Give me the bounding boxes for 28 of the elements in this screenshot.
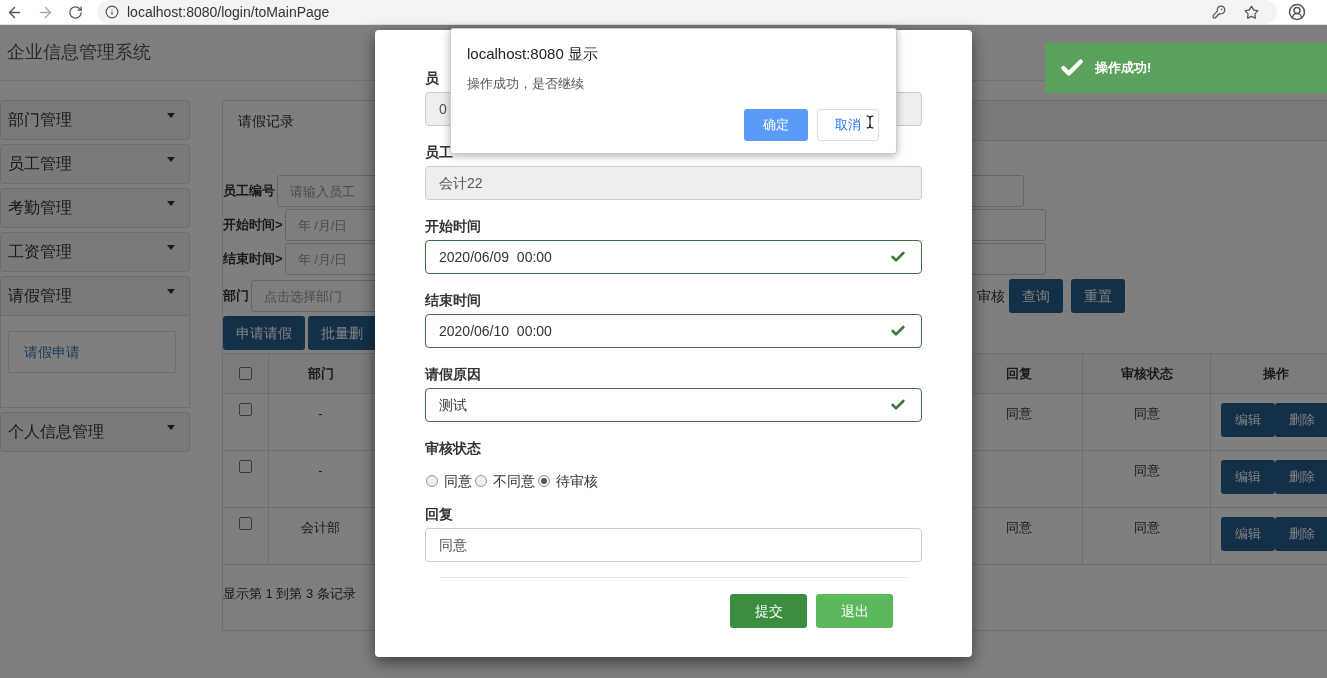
toast-message: 操作成功! <box>1095 59 1152 78</box>
alert-title: localhost:8080 显示 <box>467 44 599 64</box>
filter-label: 部门 <box>223 287 250 306</box>
alert-message: 操作成功，是否继续 <box>467 74 585 93</box>
radio-label: 不同意 <box>493 471 535 491</box>
status-filter-label: 审核 <box>977 286 1005 306</box>
filter-label: 结束时间> <box>223 250 284 269</box>
field-label: 开始时间 <box>425 217 481 236</box>
field-label: 结束时间 <box>425 291 481 310</box>
field-label: 员 <box>425 69 439 88</box>
url-text: localhost:8080/login/toMainPage <box>127 2 330 22</box>
column-header: 审核状态 <box>1083 354 1211 394</box>
radio-label: 同意 <box>444 471 472 491</box>
table-cell: 同意 <box>1083 508 1211 565</box>
table-cell: 会计部 <box>269 508 373 565</box>
app-title: 企业信息管理系统 <box>7 41 151 64</box>
column-header: 部门 <box>269 354 373 394</box>
table-cell: - <box>269 394 373 451</box>
pagination-info: 显示第 1 到第 3 条记录 <box>223 585 357 603</box>
radio-label: 待审核 <box>556 471 598 491</box>
table-cell: 同意 <box>1083 451 1211 508</box>
field-label: 回复 <box>425 505 454 524</box>
filter-label: 开始时间> <box>223 216 284 235</box>
table-cell: 同意 <box>1083 394 1211 451</box>
filter-label: 员工编号 <box>223 182 276 201</box>
field-label: 审核状态 <box>425 439 482 458</box>
field-label: 请假原因 <box>425 365 481 384</box>
table-cell: - <box>269 451 373 508</box>
